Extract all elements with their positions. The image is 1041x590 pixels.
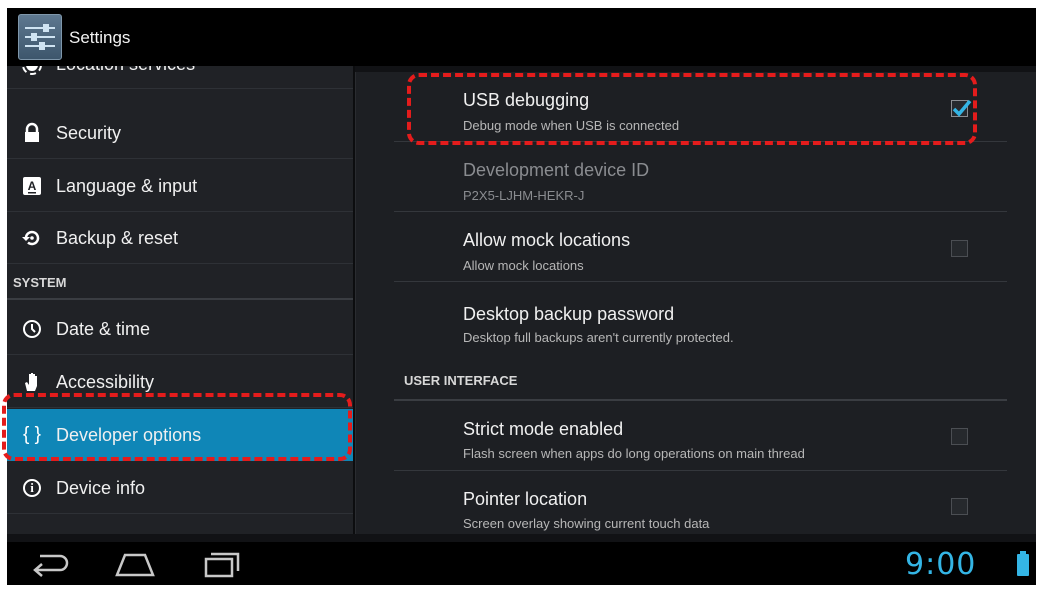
info-glyph: i <box>30 480 34 495</box>
sidebar-item-label: Accessibility <box>56 372 155 392</box>
recent-apps-icon <box>204 552 240 578</box>
location-icon <box>21 66 43 76</box>
back-button[interactable] <box>30 550 74 583</box>
pref-summary: Allow mock locations <box>463 258 584 273</box>
sidebar-item-label: Language & input <box>56 176 198 196</box>
developer-options-pane[interactable]: USB debugging Debug mode when USB is con… <box>355 72 1036 534</box>
pref-development-device-id: Development device ID P2X5-LJHM-HEKR-J <box>394 142 1007 212</box>
pref-title: USB debugging <box>463 90 590 110</box>
pref-strict-mode[interactable]: Strict mode enabled Flash screen when ap… <box>394 401 1007 471</box>
svg-text:A: A <box>28 179 37 193</box>
settings-category-list[interactable]: Location services Security A Language & … <box>7 66 353 534</box>
sidebar-item-backup-reset[interactable]: Backup & reset <box>7 212 353 264</box>
sidebar-item-label: Date & time <box>56 319 151 339</box>
sidebar-item-label: Developer options <box>56 425 202 445</box>
pref-title: Development device ID <box>463 160 650 180</box>
sidebar-item-accessibility[interactable]: Accessibility <box>7 356 353 408</box>
home-button[interactable] <box>113 550 157 583</box>
android-screen: Settings Location services Security A La… <box>7 8 1036 585</box>
sidebar-item-developer-options[interactable]: { } Developer options <box>7 409 353 461</box>
section-header-label: SYSTEM <box>13 275 67 290</box>
section-header-user-interface: USER INTERFACE <box>394 365 1007 401</box>
sidebar-item-date-time[interactable]: Date & time <box>7 303 353 355</box>
pref-summary: Flash screen when apps do long operation… <box>463 446 805 461</box>
usb-debugging-checkbox[interactable] <box>951 99 972 117</box>
settings-app-icon[interactable] <box>18 14 62 60</box>
section-header-label: USER INTERFACE <box>404 373 518 388</box>
pref-pointer-location[interactable]: Pointer location Screen overlay showing … <box>394 471 1007 541</box>
battery-icon <box>1017 551 1029 576</box>
app-title: Settings <box>69 28 131 47</box>
pointer-location-checkbox[interactable] <box>951 498 968 515</box>
sidebar-item-label: Location services <box>56 66 195 75</box>
braces-icon: { } <box>23 424 41 445</box>
pref-summary: Debug mode when USB is connected <box>463 118 680 133</box>
system-navigation-bar: 9:00 <box>7 542 1036 585</box>
pref-summary: P2X5-LJHM-HEKR-J <box>463 188 585 203</box>
allow-mock-locations-checkbox[interactable] <box>951 240 968 257</box>
action-bar: Settings <box>7 8 1036 66</box>
sidebar-item-device-info[interactable]: i Device info <box>7 462 353 514</box>
recent-apps-button[interactable] <box>202 550 242 583</box>
back-icon <box>33 554 69 577</box>
status-clock: 9:00 <box>905 547 977 582</box>
pref-title: Desktop backup password <box>463 304 675 324</box>
lock-icon <box>21 122 43 144</box>
keyboard-a-icon: A <box>21 175 43 197</box>
sidebar-item-label: Backup & reset <box>56 228 179 248</box>
pref-desktop-backup-password[interactable]: Desktop backup password Desktop full bac… <box>394 282 1007 353</box>
sidebar-item-security[interactable]: Security <box>7 107 353 159</box>
home-icon <box>115 553 155 577</box>
info-icon: i <box>21 477 43 499</box>
pref-usb-debugging[interactable]: USB debugging Debug mode when USB is con… <box>394 72 1007 142</box>
backup-icon <box>21 227 43 249</box>
checkmark-icon <box>952 99 972 117</box>
clock-icon <box>21 318 43 340</box>
sidebar-item-location-services[interactable]: Location services <box>7 66 353 89</box>
section-header-system: SYSTEM <box>7 264 353 300</box>
sidebar-item-language-input[interactable]: A Language & input <box>7 160 353 212</box>
pref-title: Strict mode enabled <box>463 419 624 439</box>
pref-summary: Screen overlay showing current touch dat… <box>463 516 710 531</box>
sidebar-item-label: Security <box>56 123 122 143</box>
pref-title: Allow mock locations <box>463 230 631 250</box>
hand-icon <box>21 371 43 393</box>
strict-mode-checkbox[interactable] <box>951 428 968 445</box>
pref-summary: Desktop full backups aren't currently pr… <box>463 330 734 345</box>
pref-allow-mock-locations[interactable]: Allow mock locations Allow mock location… <box>394 212 1007 282</box>
sidebar-item-label: Device info <box>56 478 146 498</box>
pref-title: Pointer location <box>463 489 588 509</box>
